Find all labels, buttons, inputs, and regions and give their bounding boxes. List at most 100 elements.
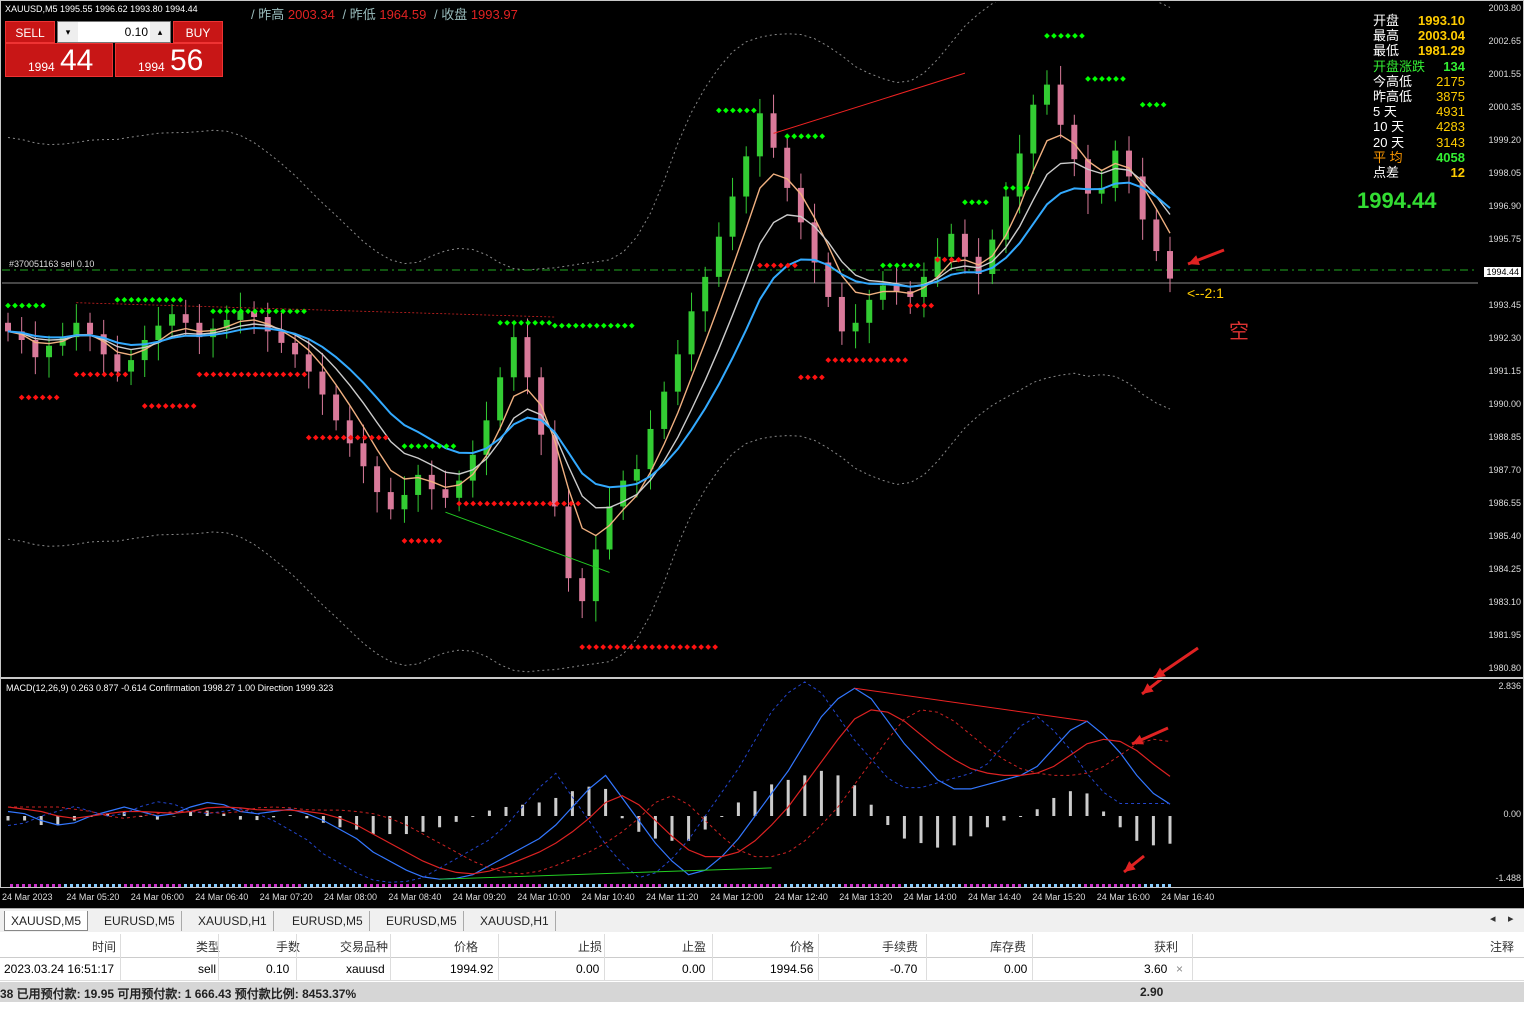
tabs-scroll-right-icon[interactable]: ▸ (1508, 912, 1514, 925)
price-plot[interactable] (2, 2, 1478, 678)
macd-histogram-bar (1151, 816, 1155, 846)
resistance-dot (540, 500, 546, 507)
price-chart[interactable]: XAUUSD,M5 1995.55 1996.62 1993.80 1994.4… (0, 0, 1524, 678)
support-dot (887, 262, 893, 269)
resistance-dot (210, 371, 217, 378)
resistance-dot (273, 371, 280, 378)
close-position-icon[interactable]: × (1176, 962, 1183, 976)
support-dot (135, 296, 142, 303)
macd-plot[interactable] (2, 680, 1478, 888)
support-dot (539, 319, 545, 326)
trend-strip-dot (394, 884, 397, 887)
support-dot (163, 296, 170, 303)
trend-strip-dot (184, 884, 187, 887)
macd-tick-label: 2.836 (1498, 681, 1521, 691)
trend-strip-dot (1096, 884, 1099, 887)
macd-histogram-bar (1085, 793, 1089, 816)
trend-strip-dot (1048, 884, 1051, 887)
resistance-dot (301, 371, 308, 378)
sell-button[interactable]: SELL (5, 21, 55, 43)
resistance-dot (928, 302, 935, 309)
support-dot (723, 107, 729, 114)
tabs-scroll-left-icon[interactable]: ◂ (1490, 912, 1496, 925)
trend-strip-dot (520, 884, 523, 887)
resistance-dot (183, 403, 190, 409)
time-tick-label: 24 Mar 16:00 (1096, 892, 1150, 902)
support-dot (621, 322, 628, 329)
table-cell: 1994.92 (450, 962, 494, 976)
trend-strip-dot (1000, 884, 1003, 887)
trend-strip-dot (238, 884, 241, 887)
trend-strip-dot (670, 884, 673, 887)
trend-strip-dot (892, 884, 895, 887)
order-line-label[interactable]: #370051163 sell 0.10 (9, 259, 94, 269)
macd-histogram-bar (570, 791, 574, 816)
trend-strip-dot (904, 884, 907, 887)
chart-tab[interactable]: EURUSD,M5 (98, 911, 182, 931)
macd-histogram-bar (56, 816, 60, 826)
trend-strip-dot (208, 884, 211, 887)
resistance-dot (881, 357, 888, 363)
bullish-divergence-line (445, 511, 610, 573)
price-axis[interactable]: 2003.80 2002.65 2001.55 2000.35 1999.20 1998.… (1477, 1, 1523, 679)
stat-value: 1981.29 (1418, 43, 1465, 59)
resistance-dot (914, 302, 921, 309)
daily-stats-panel: 开盘 1993.10 最高 2003.04 最低 1981.29 开盘涨跌 134 今高低 217… (1373, 13, 1465, 180)
support-dot (894, 262, 900, 269)
sell-price-button[interactable]: 1994 44 (5, 43, 113, 77)
trend-strip-dot (946, 884, 949, 887)
table-cell: 0.10 (266, 962, 290, 976)
buy-price-button[interactable]: 1994 56 (115, 43, 223, 77)
trend-strip-dot (910, 884, 913, 887)
time-tick-label: 24 Mar 09:20 (452, 892, 506, 902)
trend-strip-dot (1162, 884, 1165, 887)
buy-button[interactable]: BUY (173, 21, 223, 43)
trend-strip-dot (700, 884, 703, 887)
resistance-dot (101, 371, 108, 378)
macd-indicator-window[interactable]: MACD(12,26,9) 0.263 0.877 -0.614 Confirm… (0, 678, 1524, 888)
candle-body (770, 113, 777, 148)
chart-window[interactable]: XAUUSD,M5 1995.55 1996.62 1993.80 1994.4… (0, 0, 1524, 908)
candle-body (674, 354, 681, 392)
trend-strip-dot (574, 884, 577, 887)
column-header: 注释 (1490, 940, 1515, 954)
time-tick-label: 24 Mar 07:20 (259, 892, 313, 902)
candle-body (893, 285, 900, 292)
lot-increase-icon[interactable]: ▴ (150, 22, 170, 42)
time-axis[interactable]: 24 Mar 2023 24 Mar 05:20 24 Mar 06:00 24 Ma… (0, 888, 1524, 908)
table-cell: 2023.03.24 16:51:17 (4, 962, 115, 976)
resistance-dot (94, 371, 101, 378)
chart-tab[interactable]: EURUSD,M5 (380, 911, 464, 931)
lot-size-input[interactable]: ▾ 0.10 ▴ (57, 21, 171, 43)
chart-tab[interactable]: EURUSD,M5 (286, 911, 370, 931)
support-dot (415, 443, 422, 450)
stat-value: 134 (1443, 58, 1465, 74)
trend-strip-dot (418, 884, 421, 887)
trend-strip-dot (844, 884, 847, 887)
macd-histogram-bar (770, 784, 774, 816)
resistance-dot (231, 371, 238, 378)
chart-tab[interactable]: XAUUSD,H1 (192, 911, 274, 931)
trend-strip-dot (712, 884, 715, 887)
resistance-dot (238, 371, 245, 378)
table-row[interactable]: 2023.03.24 16:51:17 sell 0.10 xauusd 1994.92… (0, 959, 1524, 981)
lot-size-value[interactable]: 0.10 (125, 25, 148, 39)
stat-value: 3875 (1436, 88, 1465, 104)
prev-low-value: 1964.59 (379, 7, 427, 22)
prev-day-stats: / 昨高 2003.34 / 昨低 1964.59 / 收盘 1993.97 (251, 4, 522, 23)
macd-histogram-bar (321, 816, 325, 823)
trend-strip-dot (214, 884, 217, 887)
time-tick-label: 24 Mar 12:40 (774, 892, 828, 902)
resistance-dot (825, 357, 832, 363)
trend-strip-dot (364, 884, 367, 887)
lot-decrease-icon[interactable]: ▾ (58, 22, 78, 42)
support-dot (497, 319, 503, 326)
chart-tab[interactable]: XAUUSD,H1 (474, 911, 556, 931)
trend-strip-dot (220, 884, 223, 887)
resistance-dot (907, 302, 914, 309)
trend-strip-dot (190, 884, 193, 887)
trend-strip-dot (304, 884, 307, 887)
close-value: 1993.97 (470, 7, 518, 22)
trend-strip-dot (292, 884, 295, 887)
chart-tab[interactable]: XAUUSD,M5 (4, 911, 89, 931)
